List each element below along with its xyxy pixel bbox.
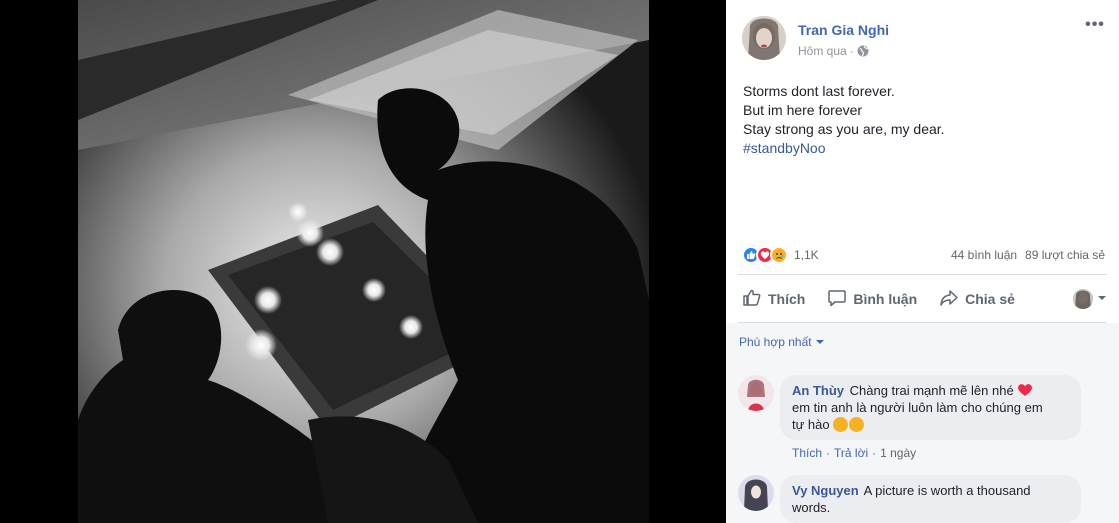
share-icon xyxy=(939,288,959,311)
post-line: Storms dont last forever. xyxy=(743,83,895,99)
kiss-emoji-icon xyxy=(849,417,865,432)
divider xyxy=(738,274,1107,275)
comment-count-link[interactable]: 44 bình luận xyxy=(951,248,1017,262)
comment-actions: Thích · Trả lời · 1 ngày xyxy=(792,446,916,460)
comment-button[interactable]: Bình luận xyxy=(827,288,917,311)
comment-sort-dropdown[interactable]: Phù hợp nhất xyxy=(739,335,824,349)
sort-label: Phù hợp nhất xyxy=(739,335,812,349)
share-count-link[interactable]: 89 lượt chia sẻ xyxy=(1025,248,1105,262)
thumbs-up-icon xyxy=(742,288,762,311)
comment-like-link[interactable]: Thích xyxy=(792,446,822,460)
post-meta: Hôm qua · xyxy=(798,44,869,58)
photo-viewer xyxy=(0,0,726,523)
comment-item: An Thùy Chàng trai mạnh mẽ lên nhé em ti… xyxy=(738,375,1108,465)
commenter-name[interactable]: Vy Nguyen xyxy=(792,483,859,498)
comment-label: Bình luận xyxy=(853,291,918,307)
comment-text: words. xyxy=(792,500,831,515)
reactions-summary: 1,1K 44 bình luận 89 lượt chia sẻ xyxy=(742,244,1105,266)
kiss-emoji-icon xyxy=(833,417,849,432)
post-line: But im here forever xyxy=(743,102,863,118)
chevron-down-icon xyxy=(1097,290,1107,308)
author-name[interactable]: Tran Gia Nghi xyxy=(798,22,889,38)
comment-bubble: An Thùy Chàng trai mạnh mẽ lên nhé em ti… xyxy=(780,375,1081,440)
comment-bubble: Vy Nguyen A picture is worth a thousand … xyxy=(780,475,1081,523)
post-actions: Thích Bình luận Chia sẻ xyxy=(742,282,1107,316)
comment-time[interactable]: 1 ngày xyxy=(880,446,916,460)
photo-image xyxy=(78,0,649,523)
like-button[interactable]: Thích xyxy=(742,288,805,311)
commenter-name[interactable]: An Thùy xyxy=(792,383,844,398)
share-button[interactable]: Chia sẻ xyxy=(939,288,1015,311)
post-photo[interactable] xyxy=(78,0,649,523)
caret-down-icon xyxy=(815,335,824,349)
post-text: Storms dont last forever. But im here fo… xyxy=(743,82,1103,158)
like-label: Thích xyxy=(768,291,806,307)
comment-text: tự hào xyxy=(792,417,830,432)
heart-emoji-icon xyxy=(1017,383,1033,398)
sad-reaction-icon xyxy=(770,246,788,264)
comment-text: Chàng trai mạnh mẽ lên nhé xyxy=(849,383,1014,398)
comment-reply-link[interactable]: Trả lời xyxy=(834,446,868,460)
user-mini-avatar xyxy=(1073,289,1093,309)
share-label: Chia sẻ xyxy=(965,291,1015,307)
reaction-count[interactable]: 1,1K xyxy=(794,248,819,262)
comments-section: Phù hợp nhất An Thùy Chàng trai mạnh mẽ … xyxy=(726,323,1119,523)
reaction-as-selector[interactable] xyxy=(1073,289,1107,309)
globe-icon[interactable] xyxy=(857,45,869,57)
comment-text: em tin anh là người luôn làm cho chúng e… xyxy=(792,400,1043,415)
post-header: Tran Gia Nghi Hôm qua · ••• xyxy=(742,16,1107,64)
post-time[interactable]: Hôm qua xyxy=(798,44,847,58)
meta-separator: · xyxy=(849,44,854,58)
hashtag-link[interactable]: #standbyNoo xyxy=(743,139,1103,158)
post-stats: 44 bình luận 89 lượt chia sẻ xyxy=(951,248,1105,262)
comment-text: A picture is worth a thousand xyxy=(863,483,1031,498)
post-panel: Tran Gia Nghi Hôm qua · ••• Storms dont … xyxy=(726,0,1119,523)
commenter-avatar[interactable] xyxy=(738,475,774,511)
separator: · xyxy=(826,446,831,460)
comment-item: Vy Nguyen A picture is worth a thousand … xyxy=(738,475,1108,523)
author-avatar[interactable] xyxy=(742,16,786,60)
separator: · xyxy=(872,446,877,460)
comment-icon xyxy=(827,288,847,311)
reaction-icons[interactable] xyxy=(742,246,788,264)
post-line: Stay strong as you are, my dear. xyxy=(743,121,945,137)
more-options-button[interactable]: ••• xyxy=(1083,17,1107,38)
commenter-avatar[interactable] xyxy=(738,375,774,411)
